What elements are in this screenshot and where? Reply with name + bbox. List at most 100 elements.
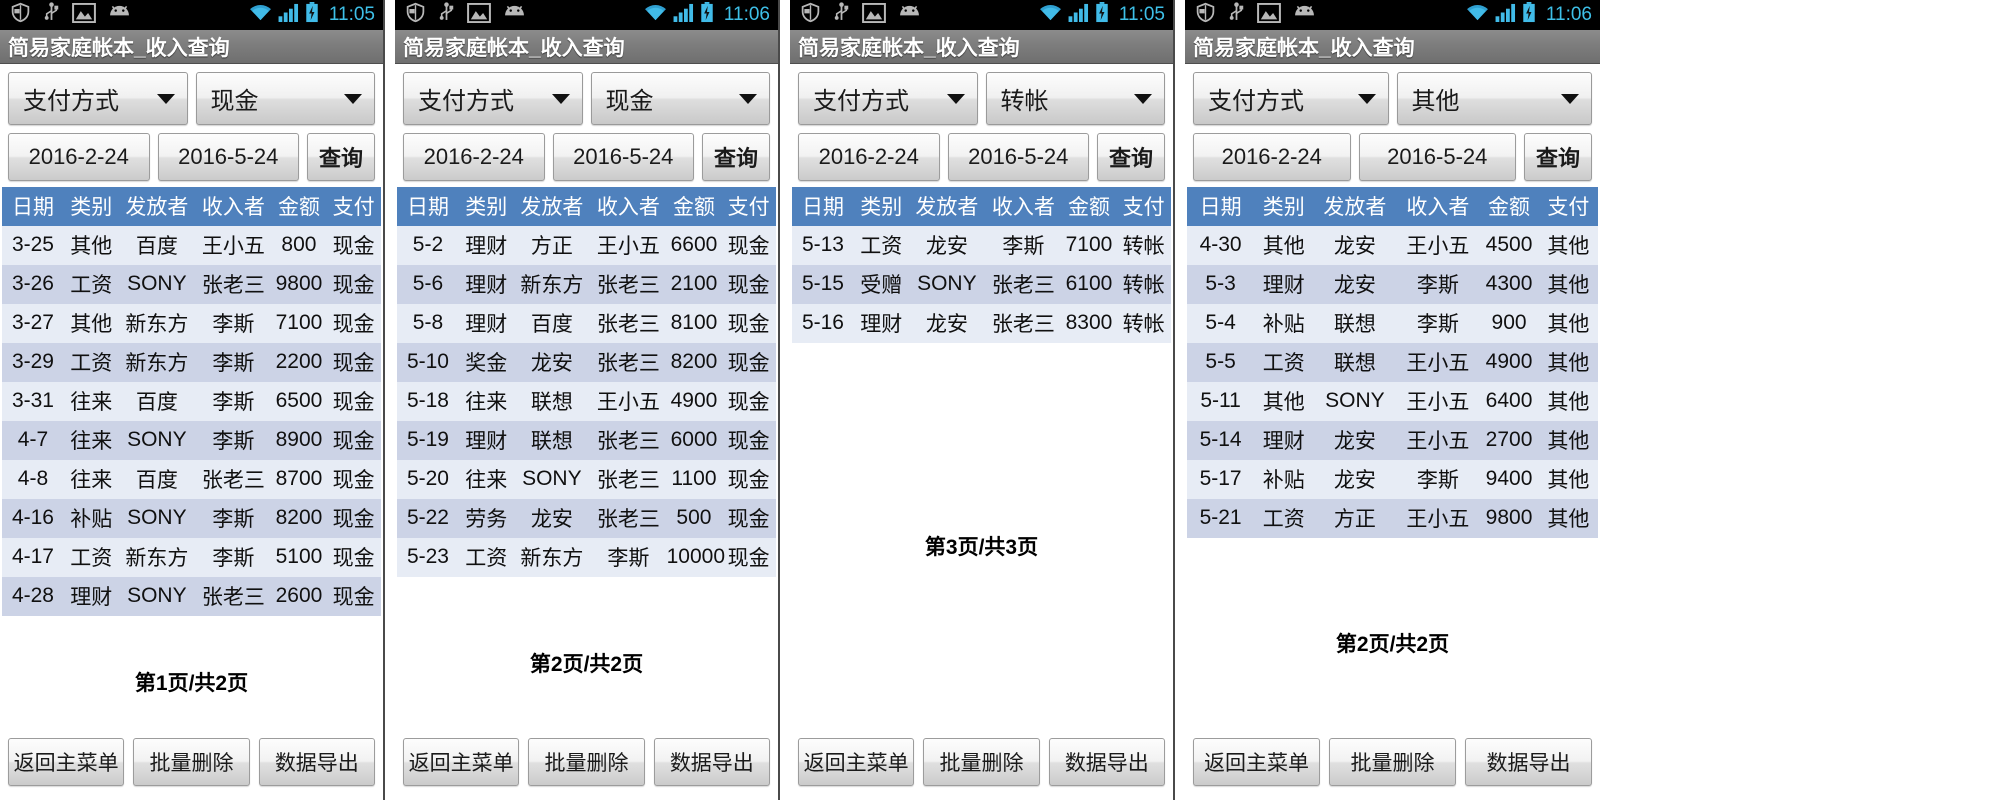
table-cell: 现金: [326, 577, 381, 616]
date-to-button[interactable]: 2016-5-24: [1358, 133, 1516, 181]
payment-method-label-spinner[interactable]: 支付方式: [1193, 72, 1389, 125]
status-bar-right-icons: 11:05: [248, 2, 375, 28]
table-row[interactable]: 5-20 往来 SONY 张老三 1100 现金: [397, 460, 776, 499]
table-row[interactable]: 3-29 工资 新东方 李斯 2200 现金: [2, 343, 381, 382]
payment-method-label-spinner[interactable]: 支付方式: [8, 72, 188, 125]
chevron-down-icon: [156, 93, 175, 104]
table-row[interactable]: 5-19 理财 联想 张老三 6000 现金: [397, 421, 776, 460]
table-row[interactable]: 4-30 其他 龙安 王小五 4500 其他: [1187, 226, 1598, 265]
date-to-button[interactable]: 2016-5-24: [552, 133, 694, 181]
table-cell: 现金: [326, 304, 381, 343]
status-bar-right-icons: 11:05: [1038, 2, 1165, 28]
table-row[interactable]: 5-6 理财 新东方 张老三 2100 现金: [397, 265, 776, 304]
table-cell: 往来: [63, 382, 119, 421]
table-cell: 现金: [721, 382, 776, 421]
payment-method-value-spinner[interactable]: 现金: [195, 72, 375, 125]
date-from-button[interactable]: 2016-2-24: [798, 133, 940, 181]
payment-method-label-spinner[interactable]: 支付方式: [798, 72, 978, 125]
table-body: 5-2 理财 方正 王小五 6600 现金 5-6 理财 新东方 张老三 2100 现金 5-8 理财 百度…: [397, 226, 776, 577]
payment-method-value-spinner[interactable]: 转帐: [985, 72, 1165, 125]
data-export-button[interactable]: 数据导出: [258, 738, 375, 786]
table-cell: 5-19: [397, 421, 459, 460]
batch-delete-button[interactable]: 批量删除: [528, 738, 645, 786]
query-button[interactable]: 查询: [702, 133, 770, 181]
wifi-icon: [1465, 3, 1490, 27]
table-cell: 4-8: [2, 460, 64, 499]
table-row[interactable]: 5-10 奖金 龙安 张老三 8200 现金: [397, 343, 776, 382]
date-from-button[interactable]: 2016-2-24: [403, 133, 545, 181]
table-row[interactable]: 5-5 工资 联想 王小五 4900 其他: [1187, 343, 1598, 382]
table-cell: 张老三: [590, 499, 667, 538]
table-header: 日期 类别 发放者 收入者 金额 支付: [2, 187, 381, 226]
date-to-button[interactable]: 2016-5-24: [157, 133, 299, 181]
battery-charging-icon: [1522, 2, 1536, 28]
back-to-main-menu-button[interactable]: 返回主菜单: [1193, 738, 1320, 786]
back-to-main-menu-button[interactable]: 返回主菜单: [403, 738, 520, 786]
table-cell: 现金: [326, 538, 381, 577]
payment-method-label: 支付方式: [418, 88, 514, 115]
date-from-button[interactable]: 2016-2-24: [1193, 133, 1351, 181]
back-to-main-menu-button[interactable]: 返回主菜单: [798, 738, 915, 786]
data-export-button[interactable]: 数据导出: [1465, 738, 1592, 786]
table-row[interactable]: 5-4 补贴 联想 李斯 900 其他: [1187, 304, 1598, 343]
table-row[interactable]: 5-18 往来 联想 王小五 4900 现金: [397, 382, 776, 421]
batch-delete-button[interactable]: 批量删除: [133, 738, 250, 786]
table-cell: 5-8: [397, 304, 459, 343]
payment-method-label-spinner[interactable]: 支付方式: [403, 72, 583, 125]
table-cell: 理财: [1254, 421, 1314, 460]
table-row[interactable]: 4-17 工资 新东方 李斯 5100 现金: [2, 538, 381, 577]
table-row[interactable]: 5-15 受赠 SONY 张老三 6100 转帐: [792, 265, 1171, 304]
table-row[interactable]: 3-27 其他 新东方 李斯 7100 现金: [2, 304, 381, 343]
table-row[interactable]: 4-7 往来 SONY 李斯 8900 现金: [2, 421, 381, 460]
batch-delete-button[interactable]: 批量删除: [923, 738, 1040, 786]
table-cell: 张老三: [590, 265, 667, 304]
query-button[interactable]: 查询: [1097, 133, 1165, 181]
table-cell: 4-7: [2, 421, 64, 460]
table-cell: 王小五: [1396, 226, 1480, 265]
date-to-button[interactable]: 2016-5-24: [947, 133, 1089, 181]
table-row[interactable]: 5-11 其他 SONY 王小五 6400 其他: [1187, 382, 1598, 421]
payment-method-value-spinner[interactable]: 其他: [1396, 72, 1592, 125]
table-row[interactable]: 5-13 工资 龙安 李斯 7100 转帐: [792, 226, 1171, 265]
date-from-button[interactable]: 2016-2-24: [8, 133, 150, 181]
table-cell: 王小五: [1396, 382, 1480, 421]
table-row[interactable]: 4-28 理财 SONY 张老三 2600 现金: [2, 577, 381, 616]
status-bar: 11:06: [395, 0, 778, 30]
table-row[interactable]: 3-31 往来 百度 李斯 6500 现金: [2, 382, 381, 421]
data-export-button[interactable]: 数据导出: [653, 738, 770, 786]
table-row[interactable]: 5-14 理财 龙安 王小五 2700 其他: [1187, 421, 1598, 460]
table-header-row: 日期 类别 发放者 收入者 金额 支付: [1187, 187, 1598, 226]
filter-row: 支付方式 现金: [395, 64, 778, 129]
table-row[interactable]: 4-16 补贴 SONY 李斯 8200 现金: [2, 499, 381, 538]
page-indicator: 第1页/共2页: [134, 672, 249, 695]
table-row[interactable]: 5-2 理财 方正 王小五 6600 现金: [397, 226, 776, 265]
query-button[interactable]: 查询: [1524, 133, 1592, 181]
batch-delete-button[interactable]: 批量删除: [1329, 738, 1456, 786]
table-cell: 其他: [1538, 226, 1598, 265]
data-export-button[interactable]: 数据导出: [1048, 738, 1165, 786]
table-cell: 工资: [458, 538, 514, 577]
shield-icon: [800, 2, 821, 28]
image-icon: [72, 2, 96, 28]
table-row[interactable]: 5-17 补贴 龙安 李斯 9400 其他: [1187, 460, 1598, 499]
table-cell: 受赠: [853, 265, 909, 304]
table-row[interactable]: 3-26 工资 SONY 张老三 9800 现金: [2, 265, 381, 304]
table-cell: 新东方: [118, 304, 196, 343]
table-cell: 其他: [1538, 499, 1598, 538]
table-column-header: 金额: [1061, 187, 1117, 226]
table-cell: 5-23: [397, 538, 459, 577]
table-column-header: 支付: [721, 187, 776, 226]
table-row[interactable]: 5-8 理财 百度 张老三 8100 现金: [397, 304, 776, 343]
status-clock: 11:06: [723, 4, 770, 25]
query-button[interactable]: 查询: [307, 133, 375, 181]
table-row[interactable]: 5-23 工资 新东方 李斯 10000 现金: [397, 538, 776, 577]
table-row[interactable]: 5-22 劳务 龙安 张老三 500 现金: [397, 499, 776, 538]
payment-method-value-spinner[interactable]: 现金: [590, 72, 770, 125]
table-row[interactable]: 3-25 其他 百度 王小五 800 现金: [2, 226, 381, 265]
table-row[interactable]: 5-21 工资 方正 王小五 9800 其他: [1187, 499, 1598, 538]
table-row[interactable]: 4-8 往来 百度 张老三 8700 现金: [2, 460, 381, 499]
table-row[interactable]: 5-3 理财 龙安 李斯 4300 其他: [1187, 265, 1598, 304]
table-row[interactable]: 5-16 理财 龙安 张老三 8300 转帐: [792, 304, 1171, 343]
results-table-container: 日期 类别 发放者 收入者 金额 支付 3-25 其他 百度 王小五 800 现金 3-26 工资 SON…: [0, 187, 383, 653]
back-to-main-menu-button[interactable]: 返回主菜单: [8, 738, 125, 786]
